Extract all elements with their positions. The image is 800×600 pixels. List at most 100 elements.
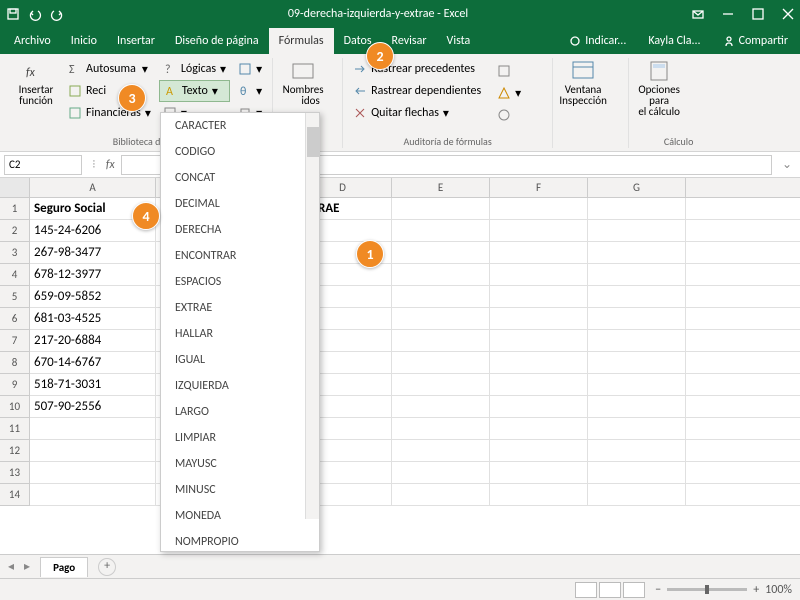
cell[interactable]	[588, 308, 686, 329]
row-header[interactable]: 7	[0, 330, 29, 352]
dropdown-item[interactable]: IZQUIERDA	[161, 373, 319, 399]
cell[interactable]: 681-03-4525	[30, 308, 156, 329]
cell[interactable]	[490, 264, 588, 285]
cell[interactable]	[392, 242, 490, 263]
cell[interactable]	[490, 286, 588, 307]
redo-icon[interactable]	[50, 7, 64, 21]
evaluate-button[interactable]	[493, 104, 525, 126]
cell[interactable]	[588, 462, 686, 483]
cell[interactable]	[490, 242, 588, 263]
dropdown-item[interactable]: LARGO	[161, 399, 319, 425]
show-formulas-button[interactable]	[493, 60, 525, 82]
cell[interactable]: 217-20-6884	[30, 330, 156, 351]
row-header[interactable]: 3	[0, 242, 29, 264]
cell[interactable]	[30, 484, 156, 505]
names-button[interactable]: Nombres idos	[279, 58, 327, 108]
cell[interactable]: 659-09-5852	[30, 286, 156, 307]
cell[interactable]	[392, 308, 490, 329]
cell[interactable]	[392, 352, 490, 373]
cell[interactable]	[392, 396, 490, 417]
dropdown-item[interactable]: IGUAL	[161, 347, 319, 373]
cell[interactable]	[588, 242, 686, 263]
insert-function-button[interactable]: fx Insertar función	[12, 58, 60, 124]
dropdown-item[interactable]: HALLAR	[161, 321, 319, 347]
zoom-in-icon[interactable]: +	[753, 583, 759, 597]
tab-nav-next-icon[interactable]: ▸	[24, 559, 30, 574]
cell[interactable]	[490, 198, 588, 219]
cell[interactable]	[588, 198, 686, 219]
dropdown-item[interactable]: DERECHA	[161, 217, 319, 243]
share-button[interactable]: Compartir	[715, 34, 796, 48]
cell[interactable]	[30, 418, 156, 439]
dropdown-item[interactable]: MONEDA	[161, 503, 319, 529]
cell[interactable]	[588, 374, 686, 395]
cell[interactable]	[30, 440, 156, 461]
new-sheet-button[interactable]: +	[98, 558, 116, 576]
page-break-icon[interactable]	[623, 582, 645, 598]
cell[interactable]	[490, 418, 588, 439]
row-header[interactable]: 10	[0, 396, 29, 418]
cell[interactable]	[392, 220, 490, 241]
tab-formulas[interactable]: Fórmulas	[269, 28, 334, 54]
dropdown-item[interactable]: CARACTER	[161, 113, 319, 139]
cell[interactable]	[588, 330, 686, 351]
cell[interactable]	[490, 308, 588, 329]
cell[interactable]	[588, 440, 686, 461]
cell[interactable]	[392, 198, 490, 219]
row-header[interactable]: 5	[0, 286, 29, 308]
cell[interactable]: 518-71-3031	[30, 374, 156, 395]
calc-options-button[interactable]: Opciones para el cálculo	[635, 58, 683, 119]
dropdown-item[interactable]: MINUSC	[161, 477, 319, 503]
cell[interactable]	[392, 418, 490, 439]
watch-window-button[interactable]: Ventana Inspección	[559, 58, 607, 108]
error-check-button[interactable]: ▾	[493, 82, 525, 104]
logical-button[interactable]: ?Lógicas▾	[159, 58, 230, 80]
tab-vista[interactable]: Vista	[437, 28, 481, 54]
cell[interactable]	[588, 484, 686, 505]
minimize-icon[interactable]	[722, 8, 734, 20]
dropdown-item[interactable]: MAYUSC	[161, 451, 319, 477]
dropdown-item[interactable]: DECIMAL	[161, 191, 319, 217]
row-header[interactable]: 14	[0, 484, 29, 506]
cancel-icon[interactable]: ⁝	[88, 157, 100, 172]
ribbon-options-icon[interactable]	[692, 8, 704, 20]
dropdown-item[interactable]: EXTRAE	[161, 295, 319, 321]
dropdown-item[interactable]: CODIGO	[161, 139, 319, 165]
normal-view-icon[interactable]	[575, 582, 597, 598]
cell[interactable]	[392, 330, 490, 351]
cell[interactable]	[588, 352, 686, 373]
cell[interactable]	[490, 374, 588, 395]
lookup-button[interactable]: ▾	[234, 58, 266, 80]
cell[interactable]	[588, 418, 686, 439]
col-header-a[interactable]: A	[30, 178, 156, 197]
cell[interactable]	[392, 374, 490, 395]
autosum-button[interactable]: ΣAutosuma▾	[64, 58, 155, 80]
select-all-corner[interactable]	[0, 178, 30, 197]
cell[interactable]: 267-98-3477	[30, 242, 156, 263]
cell[interactable]	[588, 396, 686, 417]
cell[interactable]	[490, 352, 588, 373]
col-header-e[interactable]: E	[392, 178, 490, 197]
zoom-slider[interactable]	[667, 588, 747, 591]
dropdown-scrollbar[interactable]	[305, 113, 319, 519]
cell[interactable]	[30, 462, 156, 483]
row-header[interactable]: 8	[0, 352, 29, 374]
cell[interactable]	[490, 462, 588, 483]
save-icon[interactable]	[6, 7, 20, 21]
cell[interactable]: 678-12-3977	[30, 264, 156, 285]
row-header[interactable]: 1	[0, 198, 29, 220]
cell[interactable]	[392, 264, 490, 285]
zoom-level[interactable]: 100%	[765, 583, 792, 597]
tab-nav-prev-icon[interactable]: ◂	[8, 559, 14, 574]
tell-me[interactable]: Indicar...	[561, 34, 634, 48]
zoom-out-icon[interactable]: −	[655, 583, 661, 597]
close-icon[interactable]	[782, 8, 794, 20]
row-header[interactable]: 6	[0, 308, 29, 330]
cell[interactable]	[588, 220, 686, 241]
maximize-icon[interactable]	[752, 8, 764, 20]
expand-formula-icon[interactable]: ⌄	[778, 157, 796, 172]
row-header[interactable]: 11	[0, 418, 29, 440]
cell[interactable]	[490, 220, 588, 241]
cell[interactable]	[392, 462, 490, 483]
cell[interactable]: 507-90-2556	[30, 396, 156, 417]
